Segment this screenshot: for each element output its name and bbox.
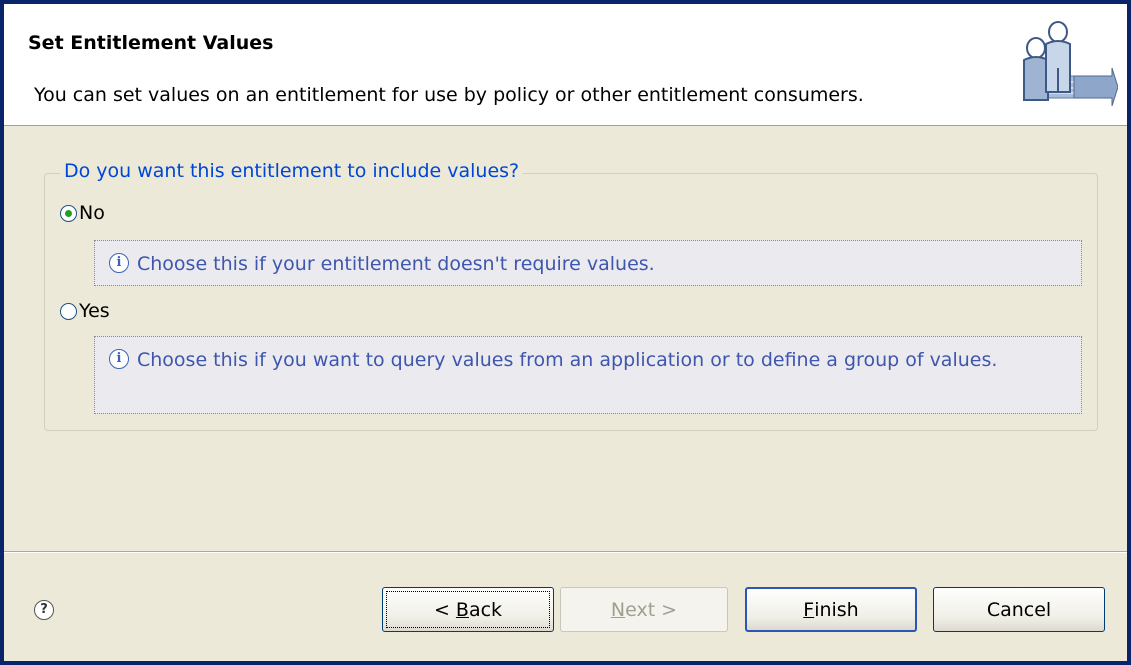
info-icon: i — [109, 349, 129, 369]
values-group-legend: Do you want this entitlement to include … — [60, 160, 524, 182]
help-icon[interactable]: ? — [34, 600, 54, 620]
radio-no[interactable]: No — [60, 201, 105, 225]
radio-no-indicator[interactable] — [60, 204, 77, 222]
page-description: You can set values on an entitlement for… — [34, 84, 864, 106]
wizard-banner: Set Entitlement Values You can set value… — [4, 4, 1127, 126]
back-button[interactable]: < Back — [382, 587, 554, 632]
wizard-dialog: Set Entitlement Values You can set value… — [4, 4, 1127, 661]
back-prefix: < — [433, 598, 456, 621]
info-icon: i — [109, 253, 129, 273]
radio-yes-label[interactable]: Yes — [79, 300, 110, 322]
footer-separator — [4, 551, 1127, 553]
next-button[interactable]: Next > — [560, 587, 728, 632]
cancel-button[interactable]: Cancel — [933, 587, 1105, 632]
radio-yes[interactable]: Yes — [60, 299, 110, 323]
info-yes-text: Choose this if you want to query values … — [137, 349, 998, 371]
users-arrow-icon — [1023, 21, 1118, 107]
next-label-rest: ext > — [625, 598, 678, 621]
finish-label-rest: inish — [814, 598, 859, 621]
back-mnemonic: B — [455, 598, 469, 621]
info-yes: i Choose this if you want to query value… — [94, 336, 1082, 414]
radio-yes-indicator[interactable] — [60, 302, 77, 320]
back-label-rest: ack — [468, 598, 503, 621]
finish-button[interactable]: Finish — [745, 587, 917, 632]
next-mnemonic: N — [610, 598, 626, 621]
radio-no-label[interactable]: No — [79, 202, 105, 224]
info-no: i Choose this if your entitlement doesn'… — [94, 240, 1082, 286]
info-no-text: Choose this if your entitlement doesn't … — [137, 253, 655, 275]
finish-mnemonic: F — [803, 598, 815, 621]
page-title: Set Entitlement Values — [28, 32, 274, 54]
